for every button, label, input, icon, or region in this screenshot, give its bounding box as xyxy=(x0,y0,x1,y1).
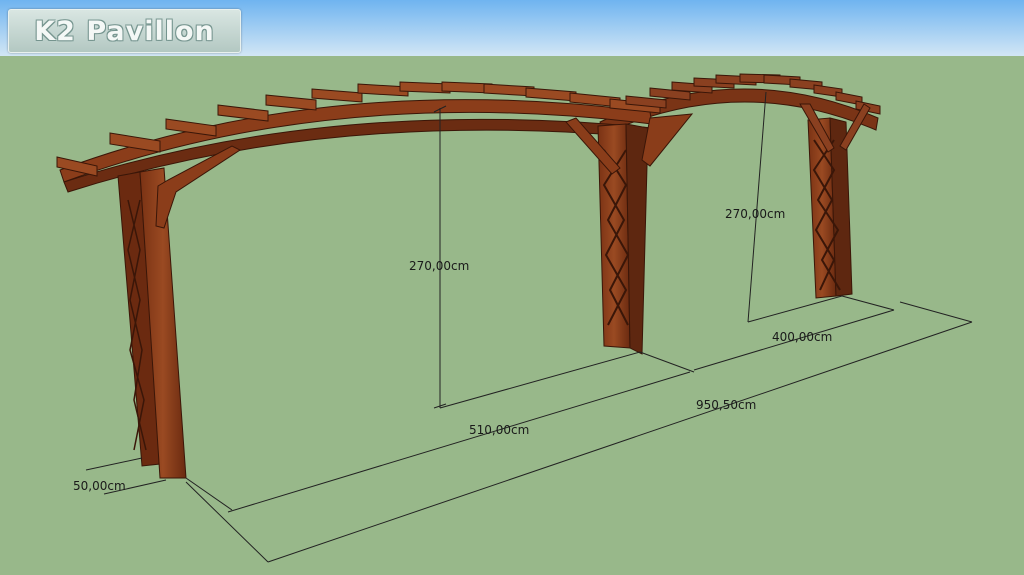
pavilion-scene: 270,00cm 270,00cm 510,00cm 400,00cm 950,… xyxy=(0,0,1024,575)
post-depth-label: 50,00cm xyxy=(73,479,126,493)
logo-text: K2 Pavillon xyxy=(34,15,215,47)
height-back-label: 270,00cm xyxy=(725,207,785,221)
scene-drawing: 270,00cm 270,00cm 510,00cm 400,00cm 950,… xyxy=(0,0,1024,575)
span-front-label: 510,00cm xyxy=(469,423,529,437)
span-back-label: 400,00cm xyxy=(772,330,832,344)
logo-badge: K2 Pavillon xyxy=(8,9,241,53)
height-front-label: 270,00cm xyxy=(409,259,469,273)
total-length-label: 950,50cm xyxy=(696,398,756,412)
